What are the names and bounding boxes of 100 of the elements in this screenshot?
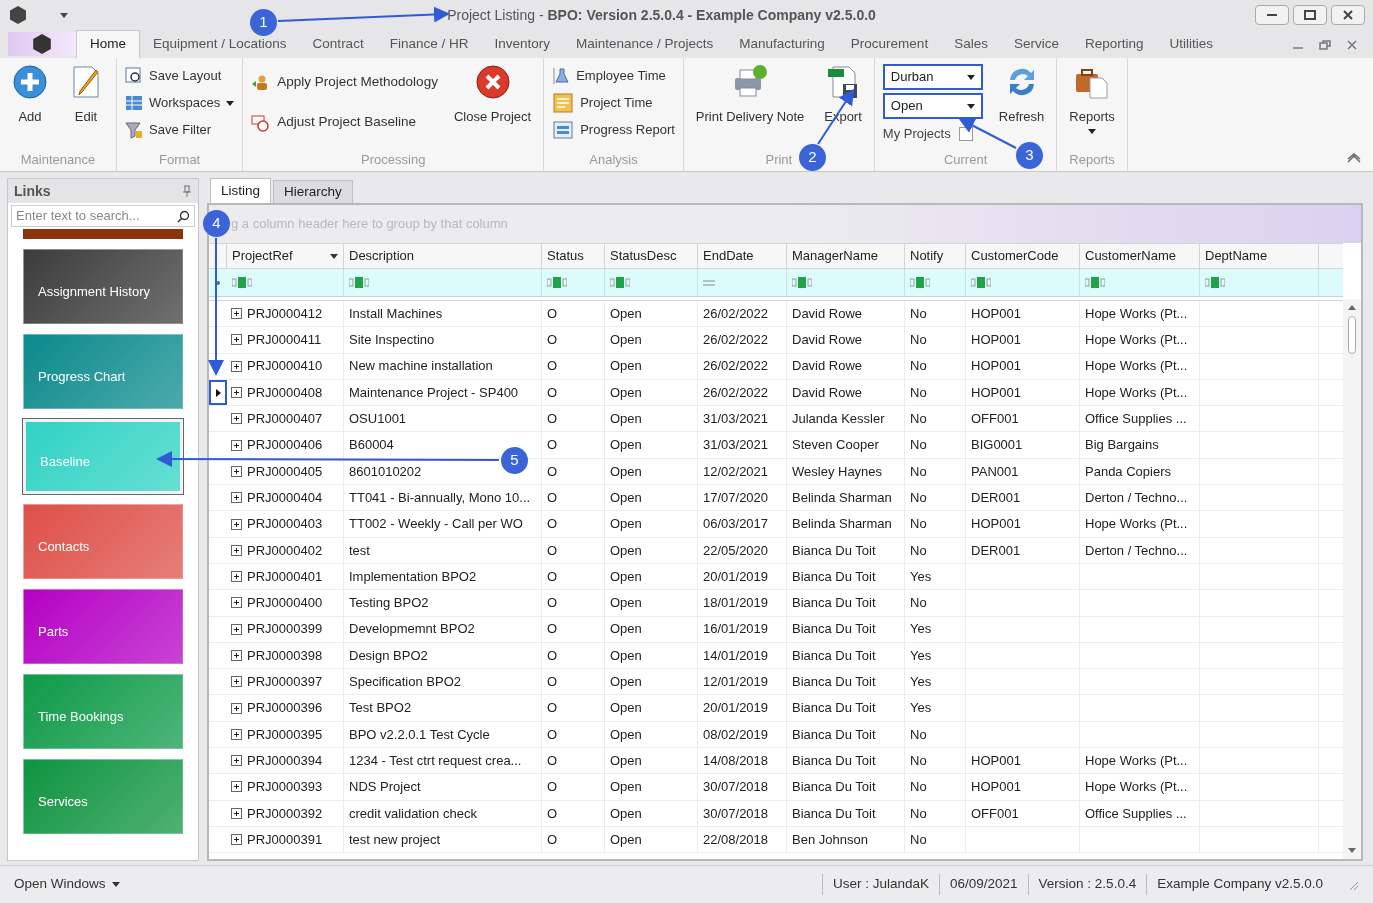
ribbon-button[interactable]: Apply Project Methodology	[251, 64, 438, 101]
text-filter-icon	[349, 277, 369, 288]
column-header[interactable]: Status	[542, 244, 605, 268]
expand-icon[interactable]	[231, 702, 242, 714]
expand-icon[interactable]	[231, 465, 242, 477]
ribbon-button[interactable]: Adjust Project Baseline	[251, 104, 438, 141]
table-cell-text: Hope Works (Pt...	[1085, 357, 1188, 376]
dropdown-field[interactable]: Durban	[882, 64, 983, 90]
expand-icon[interactable]	[231, 834, 242, 846]
scrollbar[interactable]	[1343, 299, 1361, 859]
close-icon[interactable]	[1347, 40, 1357, 50]
expand-icon[interactable]	[231, 571, 242, 583]
ribbon-tab[interactable]: Inventory	[481, 30, 563, 58]
table-cell-text: Hope Works (Pt...	[1085, 751, 1188, 770]
ribbon-tab[interactable]: Service	[1000, 30, 1072, 58]
column-header[interactable]: CustomerName	[1080, 244, 1200, 268]
ribbon-button[interactable]: Close Project	[449, 64, 536, 125]
ribbon-tab[interactable]: Reporting	[1071, 30, 1157, 58]
open-windows-button[interactable]: Open Windows	[14, 874, 120, 895]
expand-icon[interactable]	[231, 360, 242, 372]
view-tab[interactable]: Hierarchy	[273, 180, 353, 203]
link-tile[interactable]	[23, 229, 183, 239]
expand-icon[interactable]	[231, 781, 242, 793]
ribbon-tab[interactable]: Contract	[299, 30, 377, 58]
close-icon	[1342, 10, 1354, 20]
ribbon-tab[interactable]: Finance / HR	[376, 30, 482, 58]
ribbon-button[interactable]: Refresh	[994, 64, 1049, 125]
link-tile[interactable]: Progress Chart	[23, 334, 183, 409]
ribbon-tab[interactable]: Manufacturing	[726, 30, 838, 58]
expand-icon[interactable]	[231, 492, 242, 504]
expand-icon[interactable]	[231, 755, 242, 767]
ribbon-tab[interactable]: Procurement	[837, 30, 942, 58]
expand-icon[interactable]	[231, 597, 242, 609]
ribbon-button[interactable]: Save Filter	[125, 118, 235, 142]
ribbon-button[interactable]: Employee Time	[552, 64, 675, 88]
expand-icon[interactable]	[231, 308, 242, 320]
expand-icon[interactable]	[231, 413, 242, 425]
collapse-icon[interactable]	[1347, 153, 1361, 163]
app-menu-button[interactable]	[8, 32, 76, 56]
table-cell-text: HOP001	[971, 304, 1021, 323]
expand-icon[interactable]	[231, 518, 242, 530]
table-cell-text: Open	[610, 646, 642, 665]
table-cell-text: 26/02/2022	[703, 357, 769, 376]
column-header[interactable]: DeptName	[1200, 244, 1319, 268]
ribbon-button[interactable]: Edit	[64, 64, 108, 125]
scrollbar-thumb[interactable]	[1348, 316, 1356, 354]
close-button[interactable]	[1331, 5, 1365, 25]
search-field[interactable]: Enter text to search...	[11, 205, 195, 227]
ribbon-button[interactable]: Save Layout	[125, 64, 235, 88]
table-cell-text: Open	[610, 725, 642, 744]
ribbon-button[interactable]: Add	[8, 64, 52, 125]
expand-icon[interactable]	[231, 650, 242, 661]
maximize-button[interactable]	[1293, 5, 1327, 25]
table-cell-text: O	[547, 804, 558, 823]
expand-icon[interactable]	[231, 544, 242, 556]
table-cell-text: Open	[610, 830, 642, 849]
table-cell-text: New machine installation	[349, 357, 493, 376]
view-tab[interactable]: Listing	[210, 178, 272, 203]
column-header[interactable]: ProjectRef	[227, 244, 344, 268]
table-cell-text: 14/08/2018	[703, 751, 769, 770]
table-cell-text: PAN001	[971, 462, 1019, 481]
expand-icon[interactable]	[231, 807, 242, 819]
ribbon-tab[interactable]: Sales	[941, 30, 1001, 58]
ribbon-tab[interactable]: Maintenance / Projects	[562, 30, 727, 58]
expand-icon[interactable]	[231, 728, 242, 740]
link-tile[interactable]: Assignment History	[23, 249, 183, 324]
table-cell-text: Open	[610, 541, 642, 560]
table-cell-text: PRJ0000396	[247, 699, 323, 718]
ribbon-tab[interactable]: Home	[76, 30, 140, 58]
expand-icon[interactable]	[231, 387, 242, 399]
column-header[interactable]: EndDate	[698, 244, 787, 268]
column-header[interactable]: CustomerCode	[966, 244, 1080, 268]
minimize-button[interactable]	[1255, 5, 1289, 25]
expand-icon[interactable]	[231, 334, 242, 346]
dropdown-field[interactable]: Open	[882, 93, 983, 119]
column-header[interactable]: Notify	[905, 244, 966, 268]
ribbon-button[interactable]: Progress Report	[552, 118, 675, 142]
table-cell-text: 26/02/2022	[703, 331, 769, 350]
table-cell-text: Open	[610, 436, 642, 455]
column-header[interactable]: Description	[344, 244, 542, 268]
search-input[interactable]: Enter text to search...	[16, 206, 177, 226]
table-cell-text: Steven Cooper	[792, 436, 879, 455]
ribbon-button[interactable]: Reports	[1065, 64, 1119, 134]
link-tile[interactable]: Parts	[23, 589, 183, 664]
column-header[interactable]: StatusDesc	[605, 244, 698, 268]
ribbon-tab[interactable]: Utilities	[1156, 30, 1226, 58]
table-cell-text: 8601010202	[349, 462, 422, 481]
row-indicator[interactable]	[209, 379, 227, 406]
column-header[interactable]: ManagerName	[787, 244, 905, 268]
table-cell-text: Site Inspectino	[349, 331, 435, 350]
expand-icon[interactable]	[231, 676, 242, 688]
ribbon-button[interactable]: Project Time	[552, 91, 675, 115]
row-pointer-icon	[215, 388, 221, 397]
ribbon-button[interactable]: Workspaces	[125, 91, 235, 115]
expand-icon[interactable]	[231, 623, 242, 635]
link-tile[interactable]: Contacts	[23, 504, 183, 579]
ribbon-button[interactable]: Print Delivery Note	[691, 64, 809, 125]
expand-icon[interactable]	[231, 439, 242, 451]
restore-icon[interactable]	[1319, 40, 1331, 50]
pin-icon[interactable]	[182, 185, 192, 197]
